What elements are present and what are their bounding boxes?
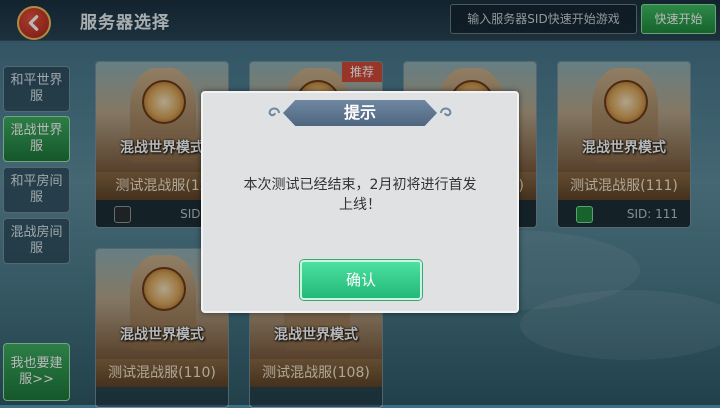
confirm-button[interactable]: 确认 <box>300 260 422 300</box>
notice-dialog: 提示 本次测试已经结束，2月初将进行首发上线！ 确认 <box>201 91 519 313</box>
dialog-message: 本次测试已经结束，2月初将进行首发上线！ <box>243 177 477 213</box>
swirl-ornament-icon <box>440 107 452 117</box>
swirl-ornament-icon <box>268 107 280 117</box>
dialog-title: 提示 <box>343 103 376 122</box>
